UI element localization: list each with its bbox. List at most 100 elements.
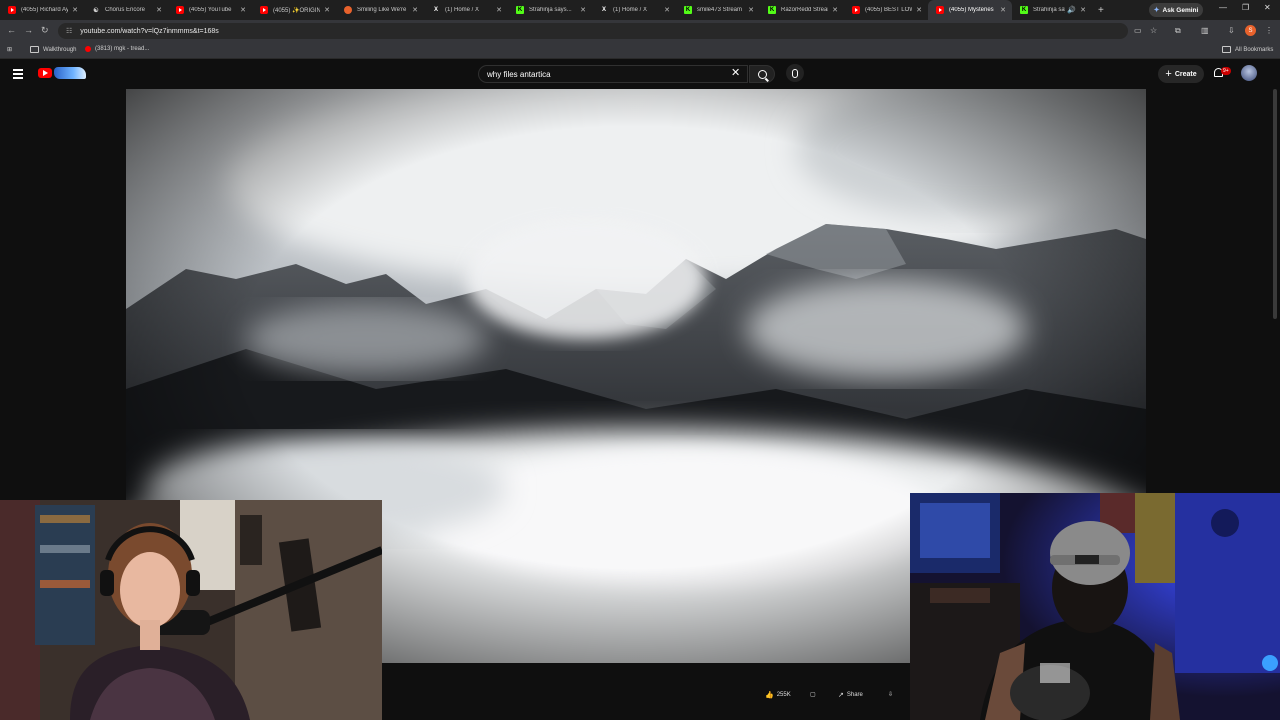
bookmark-star-icon[interactable]: ☆ [1150, 26, 1157, 35]
kick-icon: K [684, 6, 692, 14]
page-scrollbar[interactable] [1273, 89, 1277, 319]
youtube-logo-icon[interactable] [38, 68, 52, 78]
close-tab-icon[interactable]: ✕ [664, 6, 670, 14]
maximize-icon[interactable]: ❐ [1242, 3, 1249, 12]
browser-tab[interactable]: X (1) Home / X ✕ [424, 0, 508, 20]
clear-search-icon[interactable]: ✕ [731, 66, 740, 79]
smiling-icon [344, 6, 352, 14]
close-window-icon[interactable]: ✕ [1264, 3, 1271, 12]
tab-list: (4055) Richard Ay ✕ ☯ Chorus Encore ✕ (4055) … [0, 0, 1110, 20]
minimize-icon[interactable]: — [1219, 3, 1227, 12]
bookmarks-bar: ⊞ Walkthrough (3813) mgk - tread... All … [0, 42, 1280, 59]
browser-tab[interactable]: (4055) BEST LOW ✕ [844, 0, 928, 20]
thumbs-up-icon: 👍 [765, 692, 774, 699]
search-query-text: why files antartica [487, 69, 551, 79]
gemini-icon: ✦ [1153, 7, 1160, 14]
account-avatar[interactable] [1241, 65, 1257, 81]
close-tab-icon[interactable]: ✕ [496, 6, 502, 14]
video-actions-bar: 👍 255K ▢ ↗ Share ⇩ [382, 663, 910, 720]
close-tab-icon[interactable]: ✕ [72, 6, 78, 14]
webcam-right-image [910, 493, 1280, 720]
close-tab-icon[interactable]: ✕ [1080, 6, 1086, 14]
share-label: Share [846, 692, 863, 698]
browser-tab[interactable]: X (1) Home / X ✕ [592, 0, 676, 20]
tab-title: (1) Home / X [445, 7, 480, 13]
share-button[interactable]: ↗ Share [838, 691, 863, 699]
site-info-icon[interactable]: ☷ [66, 27, 72, 35]
webcam-right-streamer [910, 493, 1280, 720]
like-count: 255K [776, 692, 791, 698]
youtube-icon [176, 6, 184, 14]
bookmark-mgk[interactable]: (3813) mgk - tread... [85, 46, 149, 52]
audio-playing-icon[interactable]: 🔊 [1067, 6, 1076, 14]
browser-tab[interactable]: K RazorRedd Stream ✕ [760, 0, 844, 20]
create-label: Create [1174, 70, 1197, 78]
kick-icon: K [516, 6, 524, 14]
forward-icon[interactable]: → [24, 25, 33, 35]
youtube-icon [936, 6, 944, 14]
dislike-icon[interactable]: ▢ [810, 691, 816, 698]
reload-icon[interactable]: ↻ [41, 25, 49, 36]
tab-title: Chorus Encore [105, 7, 146, 13]
ask-gemini-label: Ask Gemini [1162, 6, 1199, 14]
profile-avatar[interactable]: S [1245, 25, 1256, 36]
webcam-left-streamer [0, 500, 382, 720]
extensions-icon[interactable]: ⧉ [1175, 26, 1181, 36]
notification-badge: 9+ [1221, 67, 1231, 75]
youtube-doodle[interactable] [54, 67, 86, 79]
back-icon[interactable]: ← [7, 25, 16, 35]
youtube-masthead: why files antartica ✕ + Create 9+ [0, 59, 1280, 89]
x-icon: X [433, 7, 438, 13]
browser-tab-strip: (4055) Richard Ay ✕ ☯ Chorus Encore ✕ (4055) … [0, 0, 1280, 20]
voice-search-button[interactable] [786, 64, 804, 82]
close-tab-icon[interactable]: ✕ [324, 6, 330, 14]
tab-title: (4055) ✨ORIGIN [273, 7, 321, 14]
x-icon: X [601, 7, 606, 13]
close-tab-icon[interactable]: ✕ [832, 6, 838, 14]
youtube-icon [8, 6, 16, 14]
browser-tab[interactable]: ☯ Chorus Encore ✕ [84, 0, 168, 20]
tab-title: (4055) Richard Ay [21, 7, 69, 13]
browser-tab[interactable]: (4055) YouTube ✕ [168, 0, 252, 20]
browser-tab[interactable]: Ksmile473 Stream ✕ [676, 0, 760, 20]
sidepanel-icon[interactable]: ▥ [1201, 26, 1209, 35]
close-tab-icon[interactable]: ✕ [916, 6, 922, 14]
apps-icon[interactable]: ⊞ [7, 46, 12, 53]
tab-title: Strahinja says... [529, 7, 572, 13]
youtube-icon [260, 6, 268, 14]
ask-gemini-button[interactable]: ✦ Ask Gemini [1149, 3, 1203, 17]
browser-tab[interactable]: (4055) ✨ORIGIN ✕ [252, 0, 336, 20]
close-tab-icon[interactable]: ✕ [240, 6, 246, 14]
tab-title: smile473 Stream [697, 7, 743, 13]
browser-tab[interactable]: Smiling Like We're ✕ [336, 0, 424, 20]
close-tab-icon[interactable]: ✕ [412, 6, 418, 14]
cast-icon[interactable]: ▭ [1134, 26, 1142, 35]
plus-icon: + [1165, 68, 1172, 80]
all-bookmarks-button[interactable]: All Bookmarks [1222, 46, 1273, 53]
close-tab-icon[interactable]: ✕ [1000, 6, 1006, 14]
search-input[interactable]: why files antartica [478, 65, 748, 83]
tab-title: (4055) Mysteries [949, 7, 994, 13]
kick-icon: K [1020, 6, 1028, 14]
browser-tab[interactable]: (4055) Richard Ay ✕ [0, 0, 84, 20]
chrome-menu-icon[interactable]: ⋮ [1265, 26, 1273, 35]
close-tab-icon[interactable]: ✕ [156, 6, 162, 14]
close-tab-icon[interactable]: ✕ [748, 6, 754, 14]
tab-title: (4055) BEST LOW [865, 7, 913, 13]
download-icon[interactable]: ⇩ [888, 691, 893, 698]
like-button[interactable]: 👍 255K [765, 691, 791, 699]
address-bar[interactable]: ☷ youtube.com/watch?v=lQz7inmmms&t=168s [58, 23, 1128, 39]
browser-tab[interactable]: K Strahinja says... ✕ [508, 0, 592, 20]
new-tab-button[interactable]: + [1098, 5, 1110, 16]
folder-icon [1222, 46, 1231, 53]
browser-tab[interactable]: (4055) Mysteries ✕ [928, 0, 1012, 20]
tab-title: (1) Home / X [613, 7, 648, 13]
search-button[interactable] [749, 65, 775, 83]
close-tab-icon[interactable]: ✕ [580, 6, 586, 14]
youtube-icon [852, 6, 860, 14]
menu-icon[interactable] [13, 69, 23, 81]
bookmark-walkthrough[interactable]: Walkthrough [30, 46, 76, 53]
downloads-icon[interactable]: ⇩ [1228, 26, 1235, 35]
browser-tab[interactable]: K Strahinja says🔊 ✕ [1012, 0, 1092, 20]
create-button[interactable]: + Create [1158, 65, 1204, 83]
